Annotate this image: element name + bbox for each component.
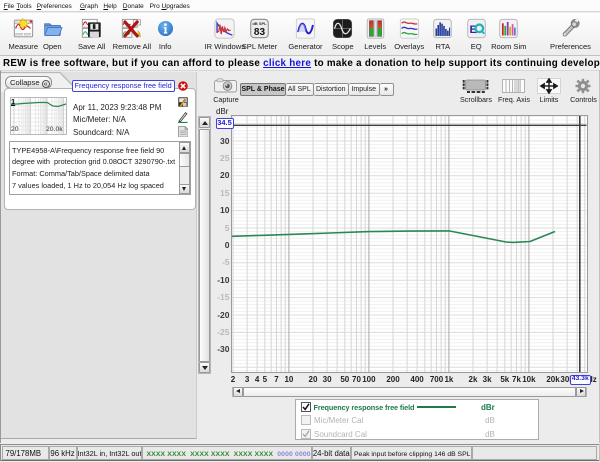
svg-text:dB SPL: dB SPL [252,21,267,26]
svg-text:83: 83 [254,27,266,38]
